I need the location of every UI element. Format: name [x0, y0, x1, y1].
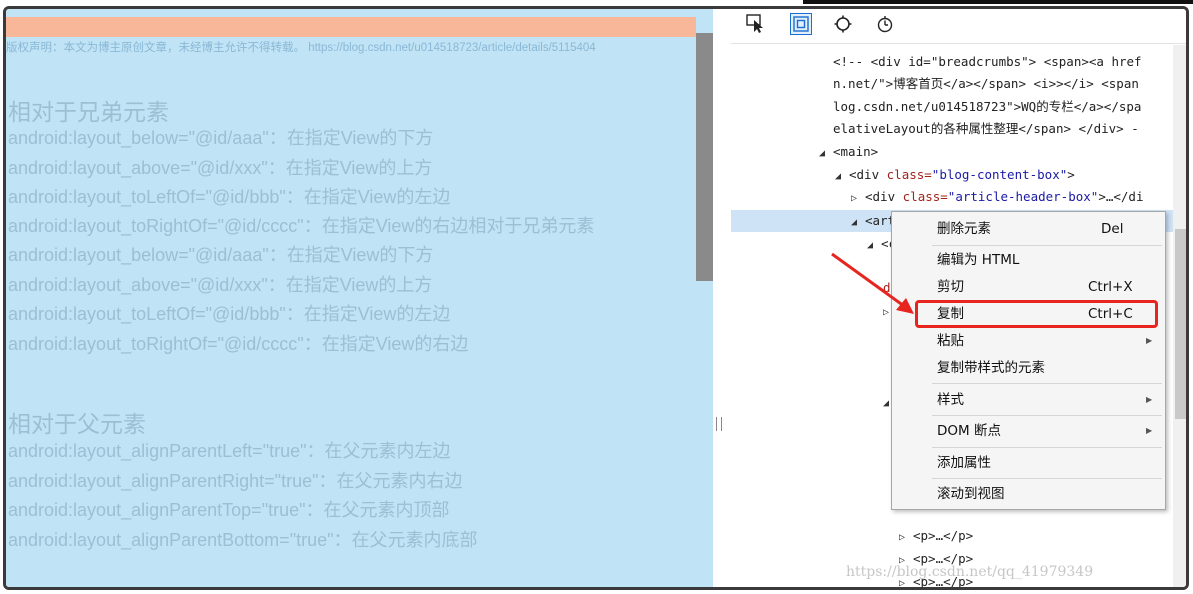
- expanded-triangle-icon[interactable]: ◢: [851, 212, 865, 234]
- cursor-select-icon: [746, 14, 763, 33]
- menu-separator: [932, 245, 1162, 246]
- content-line: android:layout_toRightOf="@id/cccc"：在指定V…: [8, 334, 469, 354]
- stopwatch-icon: [877, 16, 893, 33]
- target-icon: [834, 15, 852, 33]
- menu-item-paste[interactable]: 粘贴 ▶: [892, 328, 1165, 354]
- expanded-triangle-icon[interactable]: ◢: [835, 166, 849, 188]
- dom-comment-line[interactable]: elativeLayout的各种属性整理</span> </div> -: [833, 118, 1139, 140]
- content-line: android:layout_below="@id/aaa"：在指定View的下…: [8, 245, 434, 265]
- content-line: android:layout_toRightOf="@id/cccc"：在指定V…: [8, 216, 595, 236]
- section-heading-siblings: 相对于兄弟元素: [8, 99, 169, 125]
- menu-item-edit-as-html[interactable]: 编辑为 HTML: [892, 247, 1165, 273]
- element-highlight-overlay: [6, 17, 696, 37]
- target-button[interactable]: [832, 13, 854, 35]
- dom-comment-line[interactable]: log.csdn.net/u014518723">WQ的专栏</a></spa: [833, 96, 1141, 118]
- menu-separator: [932, 447, 1162, 448]
- page-scrollbar-thumb[interactable]: [696, 33, 713, 281]
- content-line: android:layout_toLeftOf="@id/bbb"：在指定Vie…: [8, 187, 451, 207]
- select-element-button[interactable]: [745, 13, 767, 35]
- content-line: android:layout_alignParentBottom="true"：…: [8, 530, 478, 550]
- content-line: android:layout_above="@id/xxx"：在指定View的上…: [8, 158, 433, 178]
- dom-scrollbar-thumb[interactable]: [1175, 229, 1186, 419]
- expanded-triangle-icon[interactable]: ◢: [819, 143, 833, 165]
- menu-item-scroll-into-view[interactable]: 滚动到视图: [892, 481, 1165, 507]
- devtools-toolbar: [731, 9, 1186, 43]
- menu-item-styles[interactable]: 样式 ▶: [892, 387, 1165, 413]
- submenu-arrow-icon: ▶: [1146, 426, 1153, 435]
- box-model-icon: [793, 16, 809, 32]
- annotation-arrow-icon: [831, 252, 914, 314]
- dom-comment-line[interactable]: n.net/">博客首页</a></span> <i>></i> <span: [833, 73, 1139, 95]
- dom-node-blog-content-box[interactable]: ◢ <div class="blog-content-box">: [835, 164, 1075, 186]
- dom-node-main[interactable]: ◢ <main>: [819, 141, 878, 163]
- collapsed-triangle-icon[interactable]: ▷: [851, 188, 865, 210]
- content-line: android:layout_below="@id/aaa"：在指定View的下…: [8, 128, 434, 148]
- collapsed-triangle-icon[interactable]: ▷: [899, 527, 913, 549]
- menu-item-dom-breakpoints[interactable]: DOM 断点 ▶: [892, 418, 1165, 444]
- top-edge-strip: [803, 0, 1193, 4]
- menu-separator: [932, 415, 1162, 416]
- dom-node-p[interactable]: ▷ <p>…</p>: [899, 525, 973, 547]
- menu-item-add-attribute[interactable]: 添加属性: [892, 450, 1165, 476]
- section-heading-parent: 相对于父元素: [8, 411, 146, 437]
- content-line: android:layout_alignParentRight="true"：在…: [8, 471, 463, 491]
- context-menu: 删除元素 Del 编辑为 HTML 剪切 Ctrl+X 复制 Ctrl+C 粘贴…: [891, 211, 1166, 510]
- content-line: android:layout_above="@id/xxx"：在指定View的上…: [8, 275, 433, 295]
- copyright-notice: 版权声明：本文为博主原创文章，未经博主允许不得转载。 https://blog.…: [6, 42, 596, 54]
- content-line: android:layout_alignParentLeft="true"：在父…: [8, 441, 451, 461]
- menu-item-cut[interactable]: 剪切 Ctrl+X: [892, 274, 1165, 300]
- performance-button[interactable]: [874, 13, 896, 35]
- dom-comment-line[interactable]: <!-- <div id="breadcrumbs"> <span><a hre…: [833, 51, 1142, 73]
- copy-annotation-box: [915, 300, 1158, 328]
- highlight-box-button[interactable]: [790, 13, 812, 35]
- splitter-grip-icon[interactable]: [716, 417, 722, 431]
- menu-separator: [932, 383, 1162, 384]
- watermark: https://blog.csdn.net/qq_41979349: [846, 564, 1094, 580]
- toolbar-divider: [731, 43, 1186, 44]
- dom-node-article-header-box[interactable]: ▷ <div class="article-header-box">…</di: [851, 186, 1143, 208]
- content-line: android:layout_toLeftOf="@id/bbb"：在指定Vie…: [8, 304, 451, 324]
- menu-item-delete-element[interactable]: 删除元素 Del: [892, 216, 1165, 242]
- menu-item-copy-with-styles[interactable]: 复制带样式的元素: [892, 355, 1165, 381]
- pane-splitter[interactable]: [713, 9, 731, 587]
- menu-separator: [932, 478, 1162, 479]
- submenu-arrow-icon: ▶: [1146, 395, 1153, 404]
- page-preview: 版权声明：本文为博主原创文章，未经博主允许不得转载。 https://blog.…: [6, 9, 713, 587]
- content-line: android:layout_alignParentTop="true"：在父元…: [8, 500, 450, 520]
- submenu-arrow-icon: ▶: [1146, 336, 1153, 345]
